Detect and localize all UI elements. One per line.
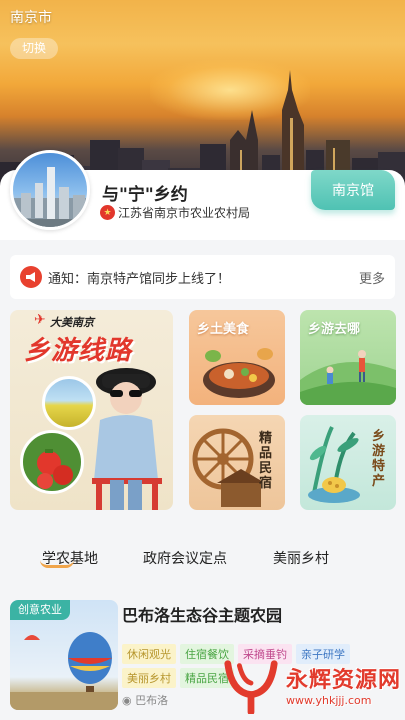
tile-boutique-homestay[interactable]: 精品民宿 xyxy=(189,415,285,510)
watermark: 永辉资源网 www.yhkjjj.com xyxy=(222,654,401,714)
tag: 休闲观光 xyxy=(122,644,176,664)
current-city: 南京市 xyxy=(10,10,52,26)
lotus-illustration xyxy=(308,426,360,503)
active-tab-indicator xyxy=(40,560,74,568)
tile-rural-routes[interactable]: ✈ 大美南京 乡游线路 xyxy=(10,310,173,510)
watermark-url: www.yhkjjj.com xyxy=(285,693,372,707)
national-emblem-icon: ★ xyxy=(100,205,115,220)
tab-government-meeting[interactable]: 政府会议定点 xyxy=(143,548,227,568)
switch-city-button[interactable]: 切换 xyxy=(10,38,59,59)
girl-photo xyxy=(92,368,162,510)
feature-title: 巴布洛生态谷主题农园 xyxy=(122,606,283,625)
megaphone-icon xyxy=(20,266,42,288)
feature-location: ◉ 巴布洛 xyxy=(122,692,168,708)
waterwheel-illustration xyxy=(192,428,261,507)
avatar xyxy=(10,150,90,230)
pavilion-button[interactable]: 南京馆 xyxy=(311,170,395,210)
tile-label: 乡游特产 xyxy=(372,429,386,489)
hotpot-illustration xyxy=(203,348,275,398)
watermark-logo-icon xyxy=(224,660,278,714)
org-name: 与"宁"乡约 xyxy=(102,185,188,205)
notice-bar[interactable]: 通知：南京特产馆同步上线了！ 更多 xyxy=(10,255,395,299)
notice-text: 通知：南京特产馆同步上线了！ xyxy=(48,271,231,287)
tile-local-food[interactable]: 乡土美食 xyxy=(189,310,285,405)
tile-label: 精品民宿 xyxy=(259,431,273,491)
location-pin-icon: ◉ xyxy=(122,694,136,707)
org-department: ★ 江苏省南京市农业农村局 xyxy=(100,204,250,221)
tile-brand: 大美南京 xyxy=(50,316,94,329)
plane-icon: ✈ xyxy=(34,312,46,328)
tile-label: 乡游去哪 xyxy=(308,322,361,337)
balloon-photo: 创意农业 xyxy=(10,600,118,710)
tab-beautiful-village[interactable]: 美丽乡村 xyxy=(273,548,329,568)
hiking-illustration xyxy=(300,350,396,405)
notice-more-link[interactable]: 更多 xyxy=(359,268,385,287)
location-label: 巴布洛 xyxy=(135,694,169,707)
tile-label: 乡土美食 xyxy=(197,322,250,337)
watermark-title: 永辉资源网 xyxy=(285,667,401,693)
feature-badge: 创意农业 xyxy=(10,600,70,620)
tile-specialty-products[interactable]: 乡游特产 xyxy=(300,415,396,510)
org-department-label: 江苏省南京市农业农村局 xyxy=(118,206,251,220)
tag: 美丽乡村 xyxy=(122,668,176,688)
tile-where-to-go[interactable]: 乡游去哪 xyxy=(300,310,396,405)
strawberry-photo xyxy=(20,430,84,494)
